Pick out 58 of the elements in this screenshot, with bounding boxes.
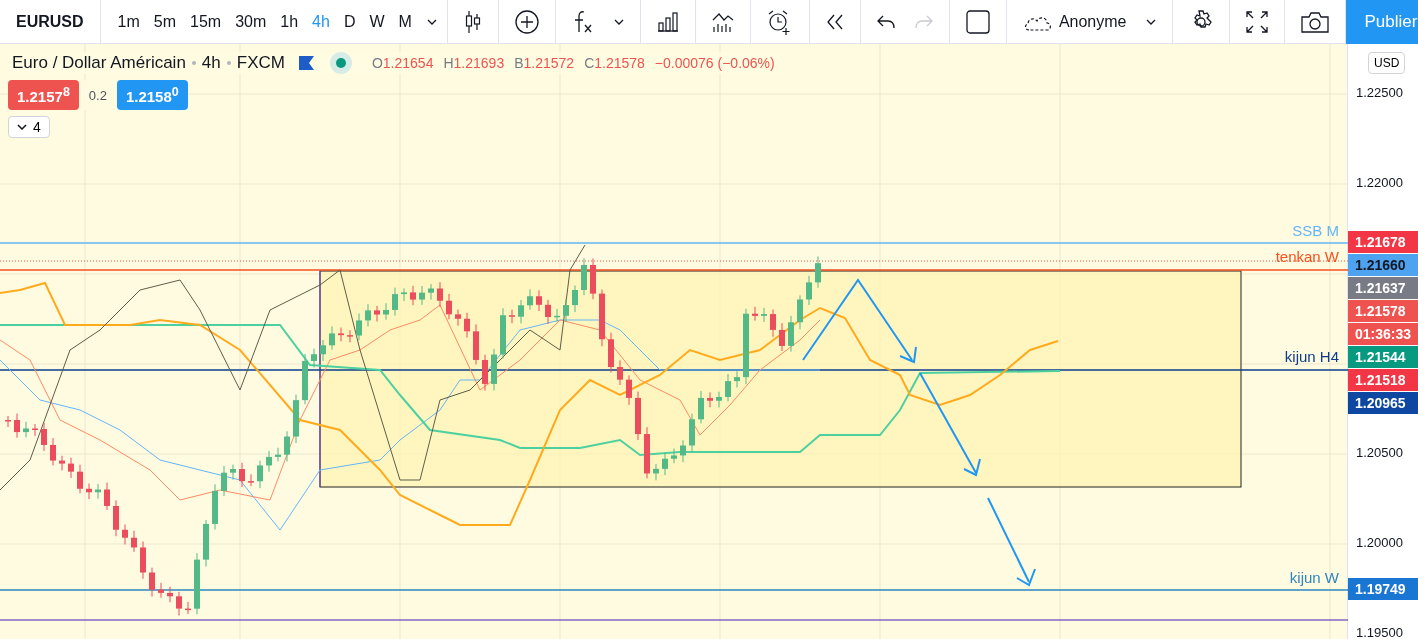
price-tag: 1.21637 bbox=[1348, 276, 1418, 299]
interval-tab[interactable]: 30m bbox=[228, 8, 274, 35]
price-tag: 1.19749 bbox=[1348, 578, 1418, 601]
currency-button[interactable]: USD bbox=[1368, 52, 1406, 74]
price-tag: 1.21678 bbox=[1348, 230, 1418, 253]
interval-tab[interactable]: M bbox=[391, 8, 419, 35]
interval-label: 4h bbox=[201, 53, 221, 73]
ohlc-value: H1.21693 bbox=[443, 55, 505, 71]
line-label: SSB M bbox=[1292, 222, 1339, 239]
spread-value: 0.2 bbox=[88, 87, 107, 103]
interval-tab[interactable]: W bbox=[362, 8, 392, 35]
caret-icon[interactable] bbox=[613, 18, 624, 25]
symbol-name[interactable]: EURUSD bbox=[16, 12, 84, 31]
layout-button[interactable]: Anonyme bbox=[1022, 12, 1127, 31]
rewind-icon[interactable] bbox=[825, 13, 844, 30]
status-dot-icon bbox=[329, 52, 352, 74]
interval-tab[interactable]: 5m bbox=[146, 8, 184, 35]
ohlc-value: B1.21572 bbox=[514, 55, 575, 71]
indicators-toggle-button[interactable]: 4 bbox=[8, 116, 50, 138]
price-tag: 1.20965 bbox=[1348, 391, 1418, 414]
price-tick: 1.20500 bbox=[1356, 445, 1403, 460]
change-value: −0.00076 (−0.06%) bbox=[654, 55, 775, 71]
exchange-label: FXCM bbox=[236, 53, 285, 73]
price-tick: 1.22000 bbox=[1356, 175, 1403, 190]
symbol-title: Euro / Dollar Américain bbox=[12, 53, 186, 73]
interval-tab[interactable]: 1m bbox=[110, 8, 147, 35]
separator-dot-icon bbox=[226, 61, 231, 65]
line-label: tenkan W bbox=[1275, 248, 1339, 265]
price-tag: 1.21660 bbox=[1348, 253, 1418, 276]
interval-tab[interactable]: 1h bbox=[273, 8, 306, 35]
line-label: kijun W bbox=[1289, 569, 1339, 586]
line-label: kijun H4 bbox=[1284, 348, 1339, 365]
interval-tab[interactable]: 15m bbox=[183, 8, 229, 35]
price-tag: 1.21578 bbox=[1348, 299, 1418, 322]
caret-icon bbox=[17, 124, 27, 130]
camera-icon[interactable] bbox=[1301, 10, 1330, 33]
caret-icon[interactable] bbox=[1146, 18, 1157, 25]
ohlc-value: O1.21654 bbox=[371, 55, 434, 71]
alarm-clock-icon[interactable] bbox=[766, 8, 793, 35]
bar-chart-icon[interactable] bbox=[656, 11, 679, 32]
arrow-drawing[interactable] bbox=[802, 278, 1036, 587]
price-tag: 01:36:33 bbox=[1348, 322, 1418, 345]
price-tick: 1.22500 bbox=[1356, 85, 1403, 100]
add-circle-icon[interactable] bbox=[514, 9, 539, 34]
fullscreen-icon[interactable] bbox=[1246, 10, 1269, 33]
price-tag: 1.21544 bbox=[1348, 345, 1418, 368]
price-tick: 1.20000 bbox=[1356, 535, 1403, 550]
square-icon[interactable] bbox=[965, 9, 990, 34]
candlestick-icon[interactable] bbox=[463, 9, 482, 34]
price-tag: 1.21518 bbox=[1348, 368, 1418, 391]
ohlc-value: C1.21578 bbox=[584, 55, 645, 71]
separator-dot-icon bbox=[191, 61, 196, 65]
undo-icon[interactable] bbox=[876, 14, 895, 29]
flag-icon[interactable] bbox=[298, 56, 314, 70]
interval-tab[interactable]: D bbox=[336, 8, 363, 35]
range-rectangle[interactable] bbox=[319, 270, 1242, 488]
price-tick: 1.19500 bbox=[1356, 625, 1403, 639]
caret-icon[interactable] bbox=[426, 18, 437, 25]
